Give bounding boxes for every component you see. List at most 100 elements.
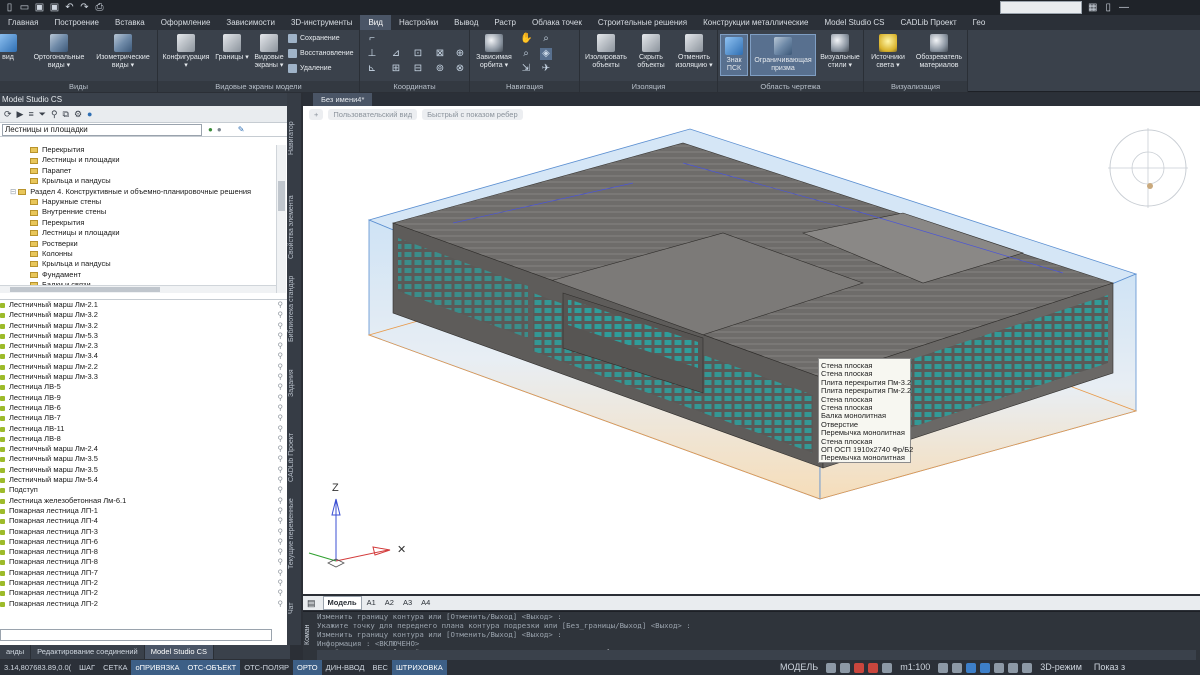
list-item[interactable]: Лестничный марш Лм-3.5 ⚲	[0, 465, 287, 475]
list-item[interactable]: Лестничный марш Лм-2.1 ⚲	[0, 300, 287, 310]
tree-item[interactable]: Колонны	[0, 249, 276, 259]
lock-icon[interactable]: ⚲	[278, 362, 284, 372]
side-tab[interactable]: Навигатор	[288, 103, 300, 173]
light-sources-button[interactable]: Источники света ▾	[866, 34, 910, 70]
ribbon-tab[interactable]: Вставка	[107, 15, 153, 30]
viewports-button[interactable]: Видовые экраны ▾	[252, 34, 286, 70]
lock-icon[interactable]: ⚲	[278, 444, 284, 454]
list-item[interactable]: Лестничный марш Лм-5.4 ⚲	[0, 475, 287, 485]
tree-item[interactable]: Лестницы и площадки	[0, 155, 276, 165]
ucs-object-icon[interactable]: ⊠	[434, 48, 446, 60]
pin-icon[interactable]: ✎	[238, 125, 245, 134]
layout-tab[interactable]: A1	[363, 597, 380, 609]
ribbon-tab[interactable]: Гео	[965, 15, 994, 30]
status-toggle[interactable]: оПРИВЯЗКА	[131, 660, 184, 675]
list-item[interactable]: Пожарная лестница ЛП-8 ⚲	[0, 547, 287, 557]
tree-item[interactable]: Крыльца и пандусы	[0, 176, 276, 186]
tree-item[interactable]: Наружные стены	[0, 197, 276, 207]
list-item[interactable]: Пожарная лестница ЛП-2 ⚲	[0, 599, 287, 609]
list-item[interactable]: Лестничный марш Лм-3.3 ⚲	[0, 372, 287, 382]
isolate-objects-button[interactable]: Изолировать объекты	[582, 34, 630, 70]
apply-icon[interactable]: ●	[87, 109, 92, 119]
lock-icon[interactable]: ⚲	[278, 557, 284, 567]
status-toggle[interactable]: ШТРИХОВКА	[391, 660, 447, 675]
ribbon-tab[interactable]: Зависимости	[218, 15, 283, 30]
viewport-menu-button[interactable]: +	[309, 109, 324, 120]
ribbon-tab[interactable]: Настройки	[391, 15, 446, 30]
bounding-prism-button[interactable]: Ограничивающая призма	[750, 34, 816, 76]
lock-icon[interactable]: ⚲	[278, 516, 284, 526]
list-item[interactable]: Лестничный марш Лм-3.2 ⚲	[0, 310, 287, 320]
cancel-isolation-button[interactable]: Отменить изоляцию ▾	[672, 34, 716, 70]
list-item[interactable]: Пожарная лестница ЛП-2 ⚲	[0, 588, 287, 598]
materials-browser-button[interactable]: Обозреватель материалов	[912, 34, 966, 70]
orbit-button[interactable]: Зависимая орбита ▾	[472, 34, 516, 70]
ucs-z-icon[interactable]: ⊿	[390, 48, 402, 60]
lock-icon[interactable]: ⚲	[278, 506, 284, 516]
binoculars-icon[interactable]: ⚲	[51, 109, 58, 120]
print-icon[interactable]: ⎙	[94, 2, 105, 13]
ucs-origin-icon[interactable]: ⊕	[454, 48, 466, 60]
ortho-views-button[interactable]: Ортогональные виды ▾	[28, 34, 90, 70]
side-tab[interactable]: Чат	[288, 588, 300, 628]
palette-tab[interactable]: Model Studio CS	[144, 645, 215, 659]
settings-status-icon[interactable]	[994, 662, 1005, 673]
ribbon-tab[interactable]: 3D-инструменты	[283, 15, 361, 30]
list-item[interactable]: Лестничный марш Лм-3.2 ⚲	[0, 321, 287, 331]
lock-icon[interactable]: ⚲	[278, 424, 284, 434]
ucs-face-icon[interactable]: ⊚	[434, 63, 446, 75]
named-views-button[interactable]: вид	[0, 34, 17, 62]
ribbon-tab[interactable]: Облака точек	[524, 15, 590, 30]
list-item[interactable]: Лестница ЛВ-6 ⚲	[0, 403, 287, 413]
lock-icon[interactable]: ⚲	[278, 527, 284, 537]
palette-tab[interactable]: Редактирование соединений	[31, 645, 145, 659]
lock-icon[interactable]: ⚲	[278, 547, 284, 557]
view-name-button[interactable]: Пользовательский вид	[328, 109, 418, 120]
layout-tab[interactable]: A4	[417, 597, 434, 609]
tree-item[interactable]: Парапет	[0, 166, 276, 176]
restore-viewport-button[interactable]: Восстановление	[288, 49, 354, 58]
list-item[interactable]: Лестничный марш Лм-3.5 ⚲	[0, 454, 287, 464]
ribbon-tab[interactable]: Конструкции металлические	[695, 15, 816, 30]
side-tab[interactable]: Текущие переменные	[288, 493, 300, 575]
list-item[interactable]: Пожарная лестница ЛП-7 ⚲	[0, 568, 287, 578]
command-input[interactable]	[317, 650, 1196, 660]
tree-item[interactable]: Перекрытия	[0, 145, 276, 155]
minimize-icon[interactable]: —	[1119, 0, 1129, 15]
ribbon-tab[interactable]: Вывод	[446, 15, 486, 30]
list-item[interactable]: Пожарная лестница ЛП-8 ⚲	[0, 557, 287, 567]
layout-tab[interactable]: Модель	[322, 596, 362, 610]
list-item[interactable]: Пожарная лестница ЛП-6 ⚲	[0, 537, 287, 547]
config-button[interactable]: Конфигурация ▾	[160, 34, 212, 70]
ribbon-tab[interactable]: Вид	[360, 15, 391, 30]
ucs-sign-button[interactable]: Знак ПСК	[720, 34, 748, 76]
status-toggle[interactable]: ОРТО	[293, 660, 322, 675]
status-toggle[interactable]: ОТС-ОБЪЕКТ	[183, 660, 241, 675]
save-viewport-button[interactable]: Сохранение	[288, 34, 340, 43]
pan-status-icon[interactable]	[938, 662, 949, 673]
ribbon-tab[interactable]: Model Studio CS	[816, 15, 892, 30]
ribbon-tab[interactable]: Главная	[0, 15, 46, 30]
lock-icon[interactable]: ⚲	[278, 568, 284, 578]
list-item[interactable]: Лестница ЛВ-11 ⚲	[0, 424, 287, 434]
lock-icon[interactable]: ⚲	[278, 485, 284, 495]
lock-icon[interactable]: ⚲	[278, 465, 284, 475]
lock-icon[interactable]: ⚲	[278, 351, 284, 361]
tree-item[interactable]: ⊟ Раздел 4. Конструктивные и объемно-план…	[0, 187, 276, 197]
tree-item[interactable]: Фундамент	[0, 270, 276, 280]
ucs-world-icon[interactable]: ⊞	[390, 63, 402, 75]
delete-viewport-button[interactable]: Удаление	[288, 64, 332, 73]
lock-icon[interactable]: ⚲	[278, 599, 284, 609]
ucs-icon[interactable]: ⌐	[366, 33, 378, 45]
copy-icon[interactable]: ⧉	[63, 109, 69, 120]
tree-item[interactable]: Лестницы и площадки	[0, 228, 276, 238]
lock-icon[interactable]: ⚲	[278, 372, 284, 382]
hide-objects-button[interactable]: Скрыть объекты	[632, 34, 670, 70]
filter-input[interactable]	[0, 629, 272, 641]
status-toggle[interactable]: ОТС-ПОЛЯР	[240, 660, 293, 675]
tree-item[interactable]: Крыльца и пандусы	[0, 259, 276, 269]
snap-red-icon[interactable]	[854, 662, 865, 673]
ribbon-tab[interactable]: Растр	[486, 15, 524, 30]
document-tab[interactable]: Без имени4*	[313, 93, 373, 106]
palette-tab[interactable]: анды	[0, 645, 32, 659]
